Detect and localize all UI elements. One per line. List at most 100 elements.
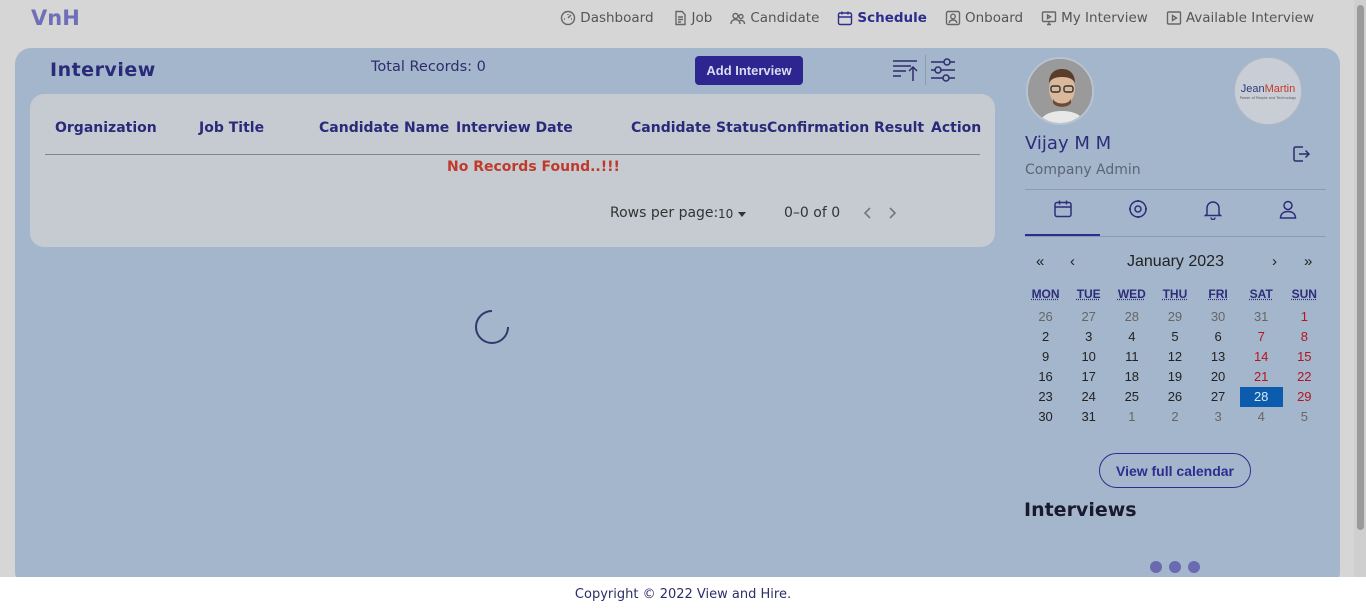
- calendar-day[interactable]: 14: [1240, 347, 1283, 367]
- column-candidate-name[interactable]: Candidate Name: [319, 120, 449, 136]
- gear-icon: [1128, 200, 1147, 218]
- profile-name: Vijay M M: [1025, 133, 1112, 154]
- calendar-day[interactable]: 25: [1110, 387, 1153, 407]
- main-nav: Dashboard Job Candidate Schedule Onboard…: [542, 10, 1314, 26]
- calendar-day[interactable]: 9: [1024, 347, 1067, 367]
- calendar-day[interactable]: 22: [1283, 367, 1326, 387]
- nav-job[interactable]: Job: [672, 10, 713, 26]
- calendar-weekday-header: MON TUE WED THU FRI SAT SUN: [1024, 285, 1326, 307]
- calendar-day[interactable]: 27: [1197, 387, 1240, 407]
- calendar-day[interactable]: 27: [1067, 307, 1110, 327]
- calendar-day[interactable]: 26: [1024, 307, 1067, 327]
- calendar-day[interactable]: 19: [1153, 367, 1196, 387]
- calendar-day[interactable]: 23: [1024, 387, 1067, 407]
- calendar-day[interactable]: 10: [1067, 347, 1110, 367]
- calendar-day[interactable]: 2: [1024, 327, 1067, 347]
- calendar-day[interactable]: 24: [1067, 387, 1110, 407]
- nav-my-interview[interactable]: My Interview: [1041, 10, 1148, 26]
- column-interview-date[interactable]: Interview Date: [456, 120, 573, 136]
- calendar-day[interactable]: 30: [1197, 307, 1240, 327]
- column-confirmation[interactable]: Confirmation: [767, 120, 869, 136]
- calendar-day[interactable]: 15: [1283, 347, 1326, 367]
- calendar-day[interactable]: 16: [1024, 367, 1067, 387]
- column-organization[interactable]: Organization: [55, 120, 157, 136]
- calendar-day[interactable]: 3: [1197, 407, 1240, 427]
- nav-candidate-label: Candidate: [750, 10, 820, 26]
- calendar-day[interactable]: 6: [1197, 327, 1240, 347]
- video-icon: [1166, 11, 1182, 25]
- calendar-day[interactable]: 20: [1197, 367, 1240, 387]
- previous-page-button[interactable]: [861, 205, 875, 221]
- calendar-day[interactable]: 31: [1067, 407, 1110, 427]
- filter-settings-icon[interactable]: [928, 55, 958, 85]
- calendar-day[interactable]: 3: [1067, 327, 1110, 347]
- nav-available-interview[interactable]: Available Interview: [1166, 10, 1314, 26]
- calendar-day[interactable]: 17: [1067, 367, 1110, 387]
- rows-per-page-value: 10: [718, 207, 734, 221]
- logout-icon[interactable]: [1290, 143, 1312, 165]
- calendar-day[interactable]: 29: [1283, 387, 1326, 407]
- calendar-next-year-button[interactable]: »: [1304, 253, 1312, 270]
- column-candidate-status[interactable]: Candidate Status: [631, 120, 767, 136]
- calendar-day[interactable]: 1: [1283, 307, 1326, 327]
- calendar-day-selected[interactable]: 28: [1239, 387, 1283, 407]
- calendar-day[interactable]: 18: [1110, 367, 1153, 387]
- tab-settings[interactable]: [1100, 198, 1175, 236]
- weekday-label: THU: [1162, 287, 1188, 301]
- tab-profile[interactable]: [1250, 198, 1325, 236]
- nav-candidate[interactable]: Candidate: [730, 10, 819, 26]
- calendar-day[interactable]: 7: [1240, 327, 1283, 347]
- avatar[interactable]: [1026, 57, 1094, 125]
- calendar-day[interactable]: 5: [1153, 327, 1196, 347]
- calendar-day[interactable]: 2: [1153, 407, 1196, 427]
- column-action[interactable]: Action: [931, 120, 981, 136]
- calendar-day[interactable]: 4: [1240, 407, 1283, 427]
- user-icon: [1279, 200, 1296, 219]
- next-page-button[interactable]: [885, 205, 899, 221]
- calendar-day[interactable]: 29: [1153, 307, 1196, 327]
- calendar-day[interactable]: 12: [1153, 347, 1196, 367]
- calendar-prev-month-button[interactable]: ‹: [1070, 253, 1075, 270]
- dashboard-icon: [561, 10, 576, 26]
- tab-calendar[interactable]: [1025, 198, 1100, 236]
- rows-per-page-select[interactable]: 10: [718, 207, 747, 221]
- calendar-day[interactable]: 28: [1110, 307, 1153, 327]
- nav-schedule[interactable]: Schedule: [837, 10, 927, 26]
- calendar-day[interactable]: 8: [1283, 327, 1326, 347]
- calendar-title[interactable]: January 2023: [1127, 253, 1224, 271]
- scrollbar-thumb[interactable]: [1357, 5, 1364, 530]
- interviews-heading: Interviews: [1024, 499, 1137, 521]
- profile-role: Company Admin: [1025, 162, 1141, 178]
- nav-my-interview-label: My Interview: [1061, 10, 1148, 26]
- nav-dashboard[interactable]: Dashboard: [560, 10, 654, 26]
- tab-notifications[interactable]: [1175, 198, 1250, 236]
- calendar-day[interactable]: 13: [1197, 347, 1240, 367]
- view-full-calendar-button[interactable]: View full calendar: [1099, 453, 1251, 488]
- calendar-day[interactable]: 5: [1283, 407, 1326, 427]
- loading-dot: [1169, 561, 1181, 573]
- nav-onboard-label: Onboard: [964, 10, 1024, 26]
- company-logo: JeanMartin Power of People and Technolog…: [1234, 57, 1302, 125]
- weekday-label: MON: [1031, 287, 1060, 301]
- brand-logo[interactable]: VnH: [31, 6, 80, 30]
- weekday-label: SUN: [1291, 287, 1317, 301]
- calendar-week-row: 30 31 1 2 3 4 5: [1024, 407, 1326, 427]
- nav-available-interview-label: Available Interview: [1185, 10, 1314, 26]
- calendar-day[interactable]: 4: [1110, 327, 1153, 347]
- column-result[interactable]: Result: [874, 120, 924, 136]
- calendar-day[interactable]: 31: [1240, 307, 1283, 327]
- calendar-next-month-button[interactable]: ›: [1272, 253, 1277, 270]
- company-logo-tagline: Power of People and Technology: [1239, 95, 1297, 100]
- calendar-day[interactable]: 21: [1240, 367, 1283, 387]
- calendar-day[interactable]: 1: [1110, 407, 1153, 427]
- calendar-day[interactable]: 26: [1153, 387, 1196, 407]
- nav-onboard[interactable]: Onboard: [945, 10, 1023, 26]
- calendar-day[interactable]: 30: [1024, 407, 1067, 427]
- calendar-day[interactable]: 11: [1110, 347, 1153, 367]
- sort-icon[interactable]: [890, 55, 920, 85]
- calendar-prev-year-button[interactable]: «: [1036, 253, 1044, 270]
- add-interview-button[interactable]: Add Interview: [695, 56, 803, 85]
- page-scrollbar[interactable]: [1354, 0, 1366, 577]
- column-job-title[interactable]: Job Title: [199, 120, 264, 136]
- nav-job-label: Job: [691, 10, 713, 26]
